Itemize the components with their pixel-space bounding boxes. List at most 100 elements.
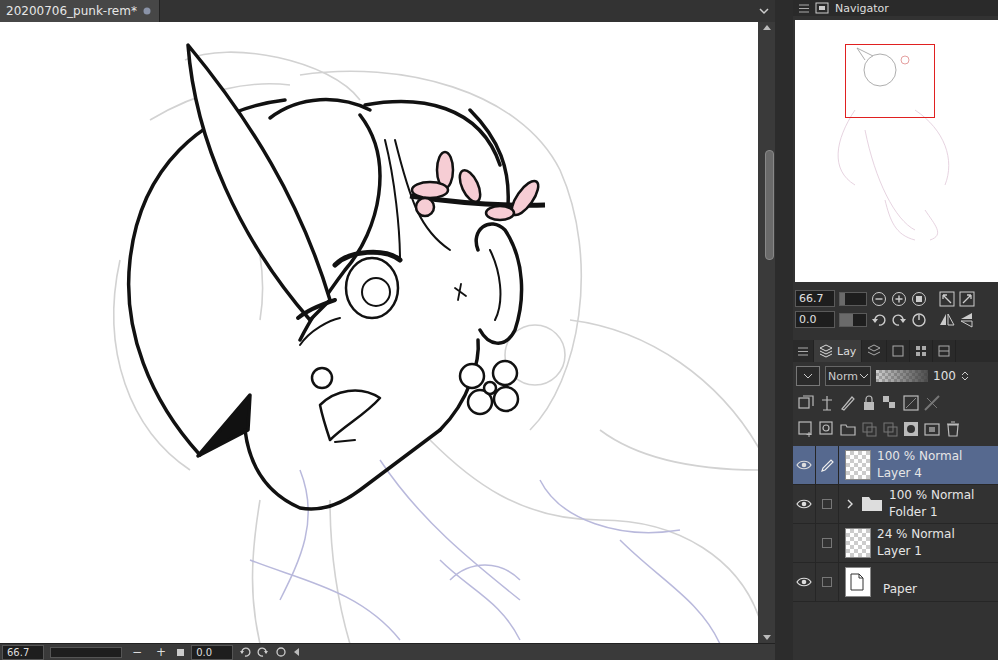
zoom-out-button[interactable]: − — [128, 645, 146, 659]
create-mask-icon[interactable] — [902, 420, 920, 438]
close-dot-icon[interactable] — [143, 7, 151, 15]
navigator-rotation-field[interactable]: 0.0 — [795, 311, 835, 328]
zoom-out-icon[interactable] — [871, 291, 887, 307]
rotate-left-icon[interactable] — [239, 646, 251, 658]
expression-color-swatch[interactable] — [796, 366, 820, 386]
edit-target-cell[interactable] — [816, 446, 839, 484]
edit-target-cell[interactable] — [816, 524, 839, 562]
status-zoom-field[interactable]: 66.7 — [2, 645, 44, 660]
layer-name[interactable]: Layer 1 — [877, 543, 955, 560]
search-layer-icon[interactable] — [892, 345, 904, 357]
layer-tab-label[interactable]: Lay — [837, 345, 856, 358]
navigator-preview[interactable] — [795, 20, 998, 282]
panel-menu[interactable] — [793, 340, 814, 362]
color-set-tab[interactable] — [910, 340, 933, 362]
status-zoom-slider[interactable] — [50, 647, 122, 658]
vertical-scrollbar[interactable] — [758, 22, 775, 643]
layer-row[interactable]: Paper — [793, 563, 998, 602]
fit-window-icon[interactable] — [939, 291, 955, 307]
flip-horizontal-icon[interactable] — [939, 312, 955, 328]
new-raster-layer-icon[interactable] — [797, 420, 815, 438]
visibility-toggle[interactable] — [793, 446, 816, 484]
pen-icon[interactable] — [820, 458, 835, 473]
layer-row[interactable]: 100 % NormalFolder 1 — [793, 485, 998, 524]
scroll-thumb[interactable] — [765, 150, 774, 260]
material-tab[interactable] — [933, 340, 956, 362]
fit-canvas-icon[interactable] — [959, 291, 975, 307]
visibility-toggle[interactable] — [793, 563, 816, 601]
rotate-reset-icon[interactable] — [911, 312, 927, 328]
layer-list[interactable]: 100 % NormalLayer 4100 % NormalFolder 12… — [793, 446, 998, 602]
rotate-right-icon[interactable] — [257, 646, 269, 658]
rotate-reset-icon[interactable] — [275, 646, 287, 658]
layer-name[interactable]: Folder 1 — [889, 504, 974, 521]
reference-layer-icon[interactable] — [818, 394, 836, 412]
edit-target-cell[interactable] — [816, 563, 839, 601]
rotate-right-icon[interactable] — [891, 312, 907, 328]
draft-layer-icon[interactable] — [839, 394, 857, 412]
document-tab[interactable]: 20200706_punk-rem* — [0, 0, 160, 22]
viewport-frame[interactable] — [845, 44, 935, 118]
spinner-icon[interactable] — [961, 370, 969, 382]
new-folder-icon[interactable] — [839, 420, 857, 438]
tab-menu-chevron-icon[interactable] — [753, 0, 775, 22]
rotate-left-icon[interactable] — [871, 312, 887, 328]
material-icon[interactable] — [938, 345, 950, 357]
search-layer-tab[interactable] — [887, 340, 910, 362]
scroll-left-icon[interactable] — [293, 647, 301, 657]
status-rotation-field[interactable]: 0.0 — [191, 645, 233, 660]
layer-row[interactable]: 24 % NormalLayer 1 — [793, 524, 998, 563]
opacity-slider-fill — [876, 370, 928, 382]
empty-box-icon[interactable] — [821, 576, 833, 588]
eye-icon[interactable] — [796, 576, 812, 588]
zoom-in-button[interactable]: + — [152, 645, 170, 659]
actual-size-icon[interactable] — [911, 291, 927, 307]
empty-box-icon[interactable] — [821, 537, 833, 549]
lock-layer-icon[interactable] — [860, 394, 878, 412]
layer-property-tab[interactable] — [862, 340, 887, 362]
folder-expander[interactable] — [843, 499, 857, 509]
rotation-slider[interactable] — [839, 313, 867, 327]
layer-thumbnail — [845, 528, 871, 558]
panel-menu-icon[interactable] — [798, 347, 808, 356]
layer-name[interactable]: Layer 4 — [877, 465, 962, 482]
document-title[interactable]: 20200706_punk-rem* — [6, 4, 137, 18]
layer-name[interactable]: Paper — [883, 581, 917, 598]
delete-layer-icon[interactable] — [944, 420, 962, 438]
empty-box-icon[interactable] — [821, 498, 833, 510]
fit-square-icon[interactable] — [176, 648, 185, 657]
blend-mode-dropdown[interactable]: Norm — [825, 366, 871, 386]
layer-mode: 24 % Normal — [877, 526, 955, 543]
ruler-enable-icon[interactable] — [923, 394, 941, 412]
chevron-icon[interactable] — [846, 499, 854, 509]
apply-mask-icon[interactable] — [923, 420, 941, 438]
mask-enable-icon[interactable] — [902, 394, 920, 412]
zoom-slider[interactable] — [839, 292, 867, 306]
scroll-up-icon[interactable] — [763, 24, 771, 30]
drawing-canvas[interactable] — [0, 22, 758, 643]
navigator-zoom-field[interactable]: 66.7 — [795, 290, 835, 307]
color-set-icon[interactable] — [915, 345, 927, 357]
layer-row[interactable]: 100 % NormalLayer 4 — [793, 446, 998, 485]
lock-transparent-icon[interactable] — [881, 394, 899, 412]
panel-menu-icon[interactable] — [799, 4, 809, 13]
transfer-down-icon[interactable] — [860, 420, 878, 438]
combine-down-icon[interactable] — [881, 420, 899, 438]
eye-icon[interactable] — [796, 498, 812, 510]
visibility-toggle[interactable] — [793, 485, 816, 523]
visibility-toggle[interactable] — [793, 524, 816, 562]
layer-caption: 100 % NormalFolder 1 — [889, 487, 974, 521]
scroll-down-icon[interactable] — [763, 635, 771, 641]
layer-property-icon[interactable] — [867, 344, 881, 358]
dropdown-arrow-icon — [804, 373, 812, 379]
layer-tab[interactable]: Lay — [814, 340, 862, 362]
new-vector-layer-icon[interactable] — [818, 420, 836, 438]
eye-icon[interactable] — [796, 459, 812, 471]
edit-target-cell[interactable] — [816, 485, 839, 523]
clip-layer-icon[interactable] — [797, 394, 815, 412]
flip-vertical-icon[interactable] — [959, 312, 975, 328]
blend-mode-value[interactable]: Norm — [828, 370, 858, 383]
opacity-slider[interactable] — [876, 370, 928, 382]
opacity-value[interactable]: 100 — [933, 369, 956, 383]
zoom-in-icon[interactable] — [891, 291, 907, 307]
